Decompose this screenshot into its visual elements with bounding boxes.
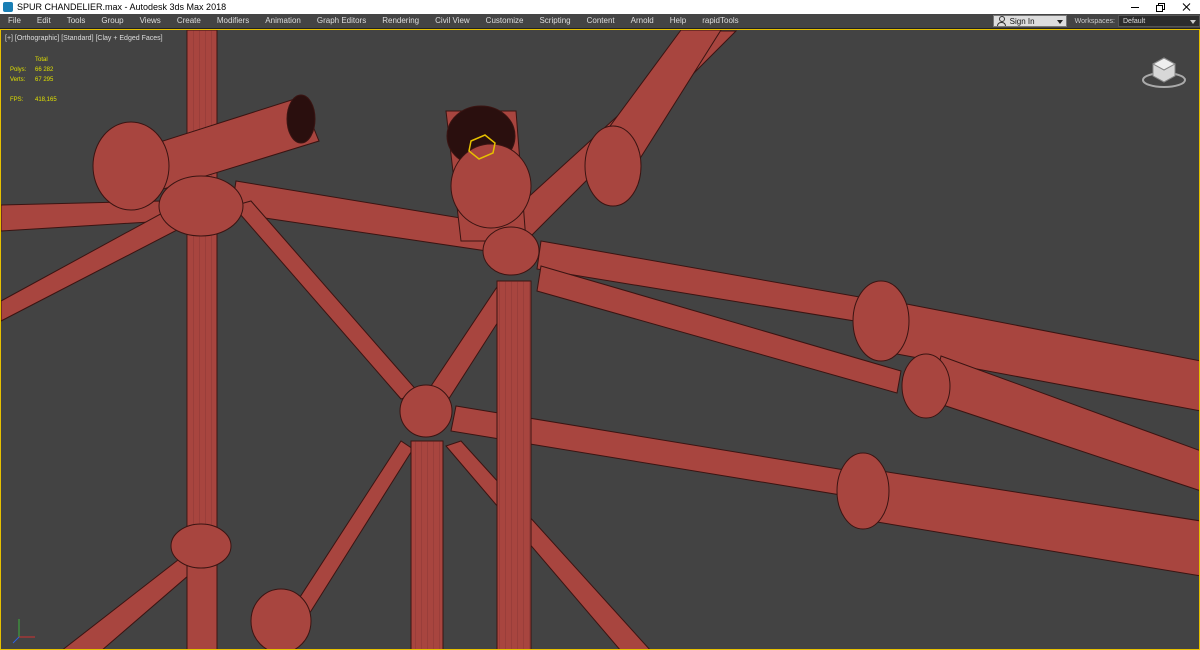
menu-group[interactable]: Group <box>93 14 131 28</box>
joint <box>399 384 453 438</box>
collar <box>901 353 951 419</box>
joint <box>170 523 232 569</box>
joint <box>450 143 532 229</box>
viewport-label[interactable]: [+] [Orthographic] [Standard] [Clay + Ed… <box>5 35 163 42</box>
menu-bar: File Edit Tools Group Views Create Modif… <box>0 14 1200 29</box>
menu-file[interactable]: File <box>0 14 29 28</box>
collar <box>836 452 890 530</box>
menu-content[interactable]: Content <box>579 14 623 28</box>
tube-opening <box>286 94 316 144</box>
restore-icon[interactable] <box>1148 0 1174 14</box>
chevron-down-icon <box>1190 20 1196 24</box>
window-title: SPUR CHANDELIER.max - Autodesk 3ds Max 2… <box>17 2 227 12</box>
rod <box>445 440 650 649</box>
menu-arnold[interactable]: Arnold <box>623 14 662 28</box>
menu-modifiers[interactable]: Modifiers <box>209 14 257 28</box>
chevron-down-icon <box>1056 20 1063 24</box>
menu-scripting[interactable]: Scripting <box>531 14 578 28</box>
collar <box>584 125 642 207</box>
workspaces-label: Workspaces: <box>1074 17 1115 25</box>
viewport-statistics: Total Polys: 66 282 Verts: 67 295 FPS: 418,… <box>10 55 57 105</box>
stats-header: Total <box>35 57 48 63</box>
sign-in-label: Sign In <box>1009 16 1035 26</box>
verts-label: Verts: <box>10 77 26 83</box>
collar <box>92 121 170 211</box>
joint <box>482 226 540 276</box>
menu-civil-view[interactable]: Civil View <box>427 14 478 28</box>
collar <box>250 588 312 649</box>
fps-value: 418,165 <box>35 97 57 103</box>
menu-help[interactable]: Help <box>662 14 694 28</box>
menu-views[interactable]: Views <box>132 14 169 28</box>
menu-graph-editors[interactable]: Graph Editors <box>309 14 374 28</box>
3dsmax-icon <box>3 2 13 12</box>
collar <box>852 280 910 362</box>
viewport-orthographic[interactable]: [+] [Orthographic] [Standard] [Clay + Ed… <box>0 29 1200 650</box>
menu-customize[interactable]: Customize <box>478 14 532 28</box>
workspaces-value: Default <box>1123 17 1146 25</box>
minimize-icon[interactable] <box>1122 0 1148 14</box>
menu-edit[interactable]: Edit <box>29 14 59 28</box>
menu-rendering[interactable]: Rendering <box>374 14 427 28</box>
verts-value: 67 295 <box>35 77 54 83</box>
polys-label: Polys: <box>10 67 27 73</box>
polys-value: 66 282 <box>35 67 54 73</box>
axis-tripod-icon <box>12 619 35 644</box>
user-icon <box>996 16 1006 26</box>
window-controls <box>1122 0 1200 14</box>
menu-tools[interactable]: Tools <box>59 14 94 28</box>
menu-create[interactable]: Create <box>169 14 209 28</box>
fps-label: FPS: <box>10 97 24 103</box>
account-area: Sign In Workspaces: Default <box>992 14 1200 28</box>
menu-rapidtools[interactable]: rapidTools <box>694 14 746 28</box>
sign-in-dropdown[interactable]: Sign In <box>992 15 1067 27</box>
joint <box>158 175 244 237</box>
rod <box>290 440 414 620</box>
viewcube-icon[interactable] <box>1141 50 1187 90</box>
close-icon[interactable] <box>1174 0 1200 14</box>
tube <box>870 470 1199 577</box>
workspaces-select[interactable]: Default <box>1118 15 1200 27</box>
title-bar: SPUR CHANDELIER.max - Autodesk 3ds Max 2… <box>0 0 1200 14</box>
menu-animation[interactable]: Animation <box>257 14 309 28</box>
chandelier-model[interactable] <box>1 30 1200 650</box>
